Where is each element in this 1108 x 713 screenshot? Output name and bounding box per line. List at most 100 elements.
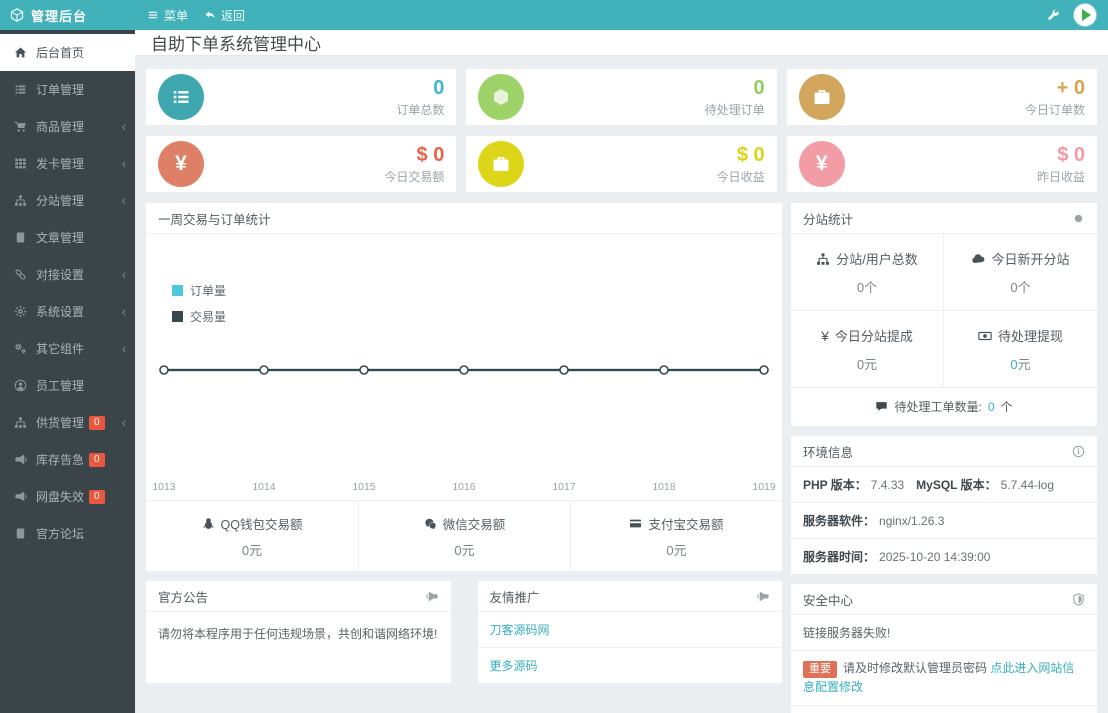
sidebar-item-8[interactable]: 系统设置 ‹ — [0, 293, 135, 330]
back-button-label: 返回 — [221, 8, 246, 23]
chart-panel-header: 一周交易与订单统计 — [146, 203, 782, 234]
payment-label: QQ钱包交易额 — [220, 518, 303, 532]
count-badge: 0 — [89, 452, 105, 467]
stat-text: 0 订单总数 — [396, 77, 444, 118]
yen-icon: ¥ — [821, 327, 829, 344]
grid-icon — [14, 157, 27, 170]
reply-icon — [204, 9, 216, 21]
chevron-left-icon: ‹ — [121, 415, 126, 430]
info-icon — [1072, 445, 1085, 458]
env-pair: MySQL 版本： 5.7.44-log — [916, 478, 1054, 492]
stat-value: $ 0 — [416, 143, 445, 166]
value-unit: 个 — [864, 280, 878, 295]
substation-footer: 待处理工单数量: 0 个 — [791, 388, 1097, 426]
security-title: 安全中心 — [803, 593, 854, 608]
wrench-icon[interactable] — [1047, 9, 1060, 22]
svg-text:1017: 1017 — [552, 482, 575, 493]
stat-card-4: ¥ $ 0 今日交易额 — [145, 135, 458, 193]
sidebar-item-4[interactable]: 发卡管理 ‹ — [0, 145, 135, 182]
yen-icon: ¥ — [175, 152, 187, 175]
svg-text:1015: 1015 — [352, 482, 375, 493]
stat-label: 昨日收益 — [1036, 169, 1085, 184]
sidebar-item-2[interactable]: 订单管理 — [0, 71, 135, 108]
substation-cell-label: 今日分站提成 — [834, 329, 913, 344]
sidebar-item-1[interactable]: 后台首页 — [0, 34, 135, 71]
site-logo[interactable] — [1074, 4, 1096, 26]
sidebar-item-label: 官方论坛 — [36, 527, 85, 541]
promo-panel: 友情推广 刀客源码网更多源码 — [476, 580, 783, 684]
chart-panel: 一周交易与订单统计 订单量 交易量 1013 1014 1015 1016 1017 101… — [145, 202, 783, 572]
env-row-1: PHP 版本： 7.4.33 MySQL 版本： 5.7.44-log — [791, 467, 1097, 503]
promo-header: 友情推广 — [477, 581, 782, 612]
payment-cell-3: 支付宝交易额 0元 — [570, 501, 782, 571]
book-icon — [14, 231, 27, 244]
tickets-label: 待处理工单数量: — [894, 400, 982, 414]
sidebar-item-5[interactable]: 分站管理 ‹ — [0, 182, 135, 219]
sidebar-item-12[interactable]: 库存告急 0 — [0, 441, 135, 478]
chevron-left-icon: ‹ — [121, 119, 126, 134]
promo-link-1[interactable]: 刀客源码网 — [490, 623, 550, 637]
sidebar-item-label: 员工管理 — [36, 379, 85, 393]
payment-label: 微信交易额 — [442, 518, 506, 532]
cart-icon — [14, 120, 27, 133]
announcement-body: 请勿将本程序用于任何违规场景，共创和谐网络环境! — [158, 627, 438, 641]
promo-link-2[interactable]: 更多源码 — [490, 659, 538, 673]
stat-label: 订单总数 — [396, 102, 445, 117]
payment-value: 0元 — [666, 543, 687, 558]
page-title: 自助下单系统管理中心 — [151, 35, 321, 54]
substation-cell-title: 今日新开分站 — [944, 249, 1097, 268]
brand[interactable]: 管理后台 — [0, 6, 135, 25]
svg-text:1016: 1016 — [452, 482, 475, 493]
megaphone-icon — [425, 590, 439, 603]
substation-cell-value: 0个 — [944, 277, 1097, 296]
sidebar-item-label: 订单管理 — [36, 83, 85, 97]
menu-toggle-label: 菜单 — [164, 8, 189, 23]
payment-title: 微信交易额 — [359, 514, 570, 533]
announcement-header: 官方公告 — [146, 581, 451, 612]
security-notice-2: 重要当前主机的数据库用户名与密码相同，极易被黑客破解，请及时修改数据库密码 — [791, 706, 1097, 713]
sidebar-item-6[interactable]: 文章管理 — [0, 219, 135, 256]
page-header: 自助下单系统管理中心 — [135, 30, 1108, 56]
substation-header: 分站统计 — [791, 203, 1097, 234]
stat-circle — [478, 141, 525, 187]
briefcase-icon — [491, 154, 511, 174]
money-icon — [978, 329, 992, 343]
stat-value: 0 — [433, 76, 445, 99]
env-header: 环境信息 — [791, 436, 1097, 467]
legend-label: 订单量 — [190, 284, 227, 298]
promo-row: 刀客源码网 — [477, 612, 782, 648]
env-row-3: 服务器时间： 2025-10-20 14:39:00 — [791, 539, 1097, 574]
sidebar: 后台首页 订单管理 商品管理 ‹ 发卡管理 ‹ 分站管理 ‹ 文章管理 对接设置 ‹ 系统设置 ‹ 其它组… — [0, 30, 135, 713]
sidebar-item-13[interactable]: 网盘失效 0 — [0, 478, 135, 515]
sidebar-item-label: 供货管理 — [36, 416, 85, 430]
sidebar-item-9[interactable]: 其它组件 ‹ — [0, 330, 135, 367]
stat-label: 今日订单数 — [1024, 102, 1085, 117]
sidebar-item-label: 后台首页 — [36, 46, 85, 60]
legend-item[interactable]: 交易量 — [172, 308, 226, 325]
sidebar-item-label: 对接设置 — [36, 268, 85, 282]
list-icon — [14, 83, 27, 96]
menu-toggle[interactable]: 菜单 — [147, 7, 188, 24]
sidebar-item-14[interactable]: 官方论坛 — [0, 515, 135, 552]
link-icon — [14, 268, 27, 281]
env-rows: PHP 版本： 7.4.33 MySQL 版本： 5.7.44-log 服务器软件： ng… — [791, 467, 1097, 574]
briefcase-icon — [812, 87, 832, 107]
topbar-right — [1047, 4, 1108, 26]
sidebar-item-11[interactable]: 供货管理 0 ‹ — [0, 404, 135, 441]
chevron-left-icon: ‹ — [121, 341, 126, 356]
gear-icon — [14, 305, 27, 318]
back-button[interactable]: 返回 — [204, 7, 245, 24]
sidebar-item-10[interactable]: 员工管理 — [0, 367, 135, 404]
stat-text: $ 0 今日交易额 — [384, 144, 444, 185]
payment-value: 0元 — [454, 543, 475, 558]
chart-body: 订单量 交易量 1013 1014 1015 1016 1017 1018 1019 — [146, 234, 782, 500]
user-circle-icon — [14, 379, 27, 392]
chevron-left-icon: ‹ — [121, 193, 126, 208]
legend-item[interactable]: 订单量 — [172, 282, 226, 299]
list-ol-icon — [171, 87, 191, 107]
sidebar-item-3[interactable]: 商品管理 ‹ — [0, 108, 135, 145]
sidebar-item-label: 其它组件 — [36, 342, 85, 356]
sidebar-item-7[interactable]: 对接设置 ‹ — [0, 256, 135, 293]
sidebar-item-label: 文章管理 — [36, 231, 85, 245]
main: 自助下单系统管理中心 0 订单总数 0 待处理订单 + 0 今日订单数 ¥ $ 0 今日交易额 $… — [135, 30, 1108, 713]
